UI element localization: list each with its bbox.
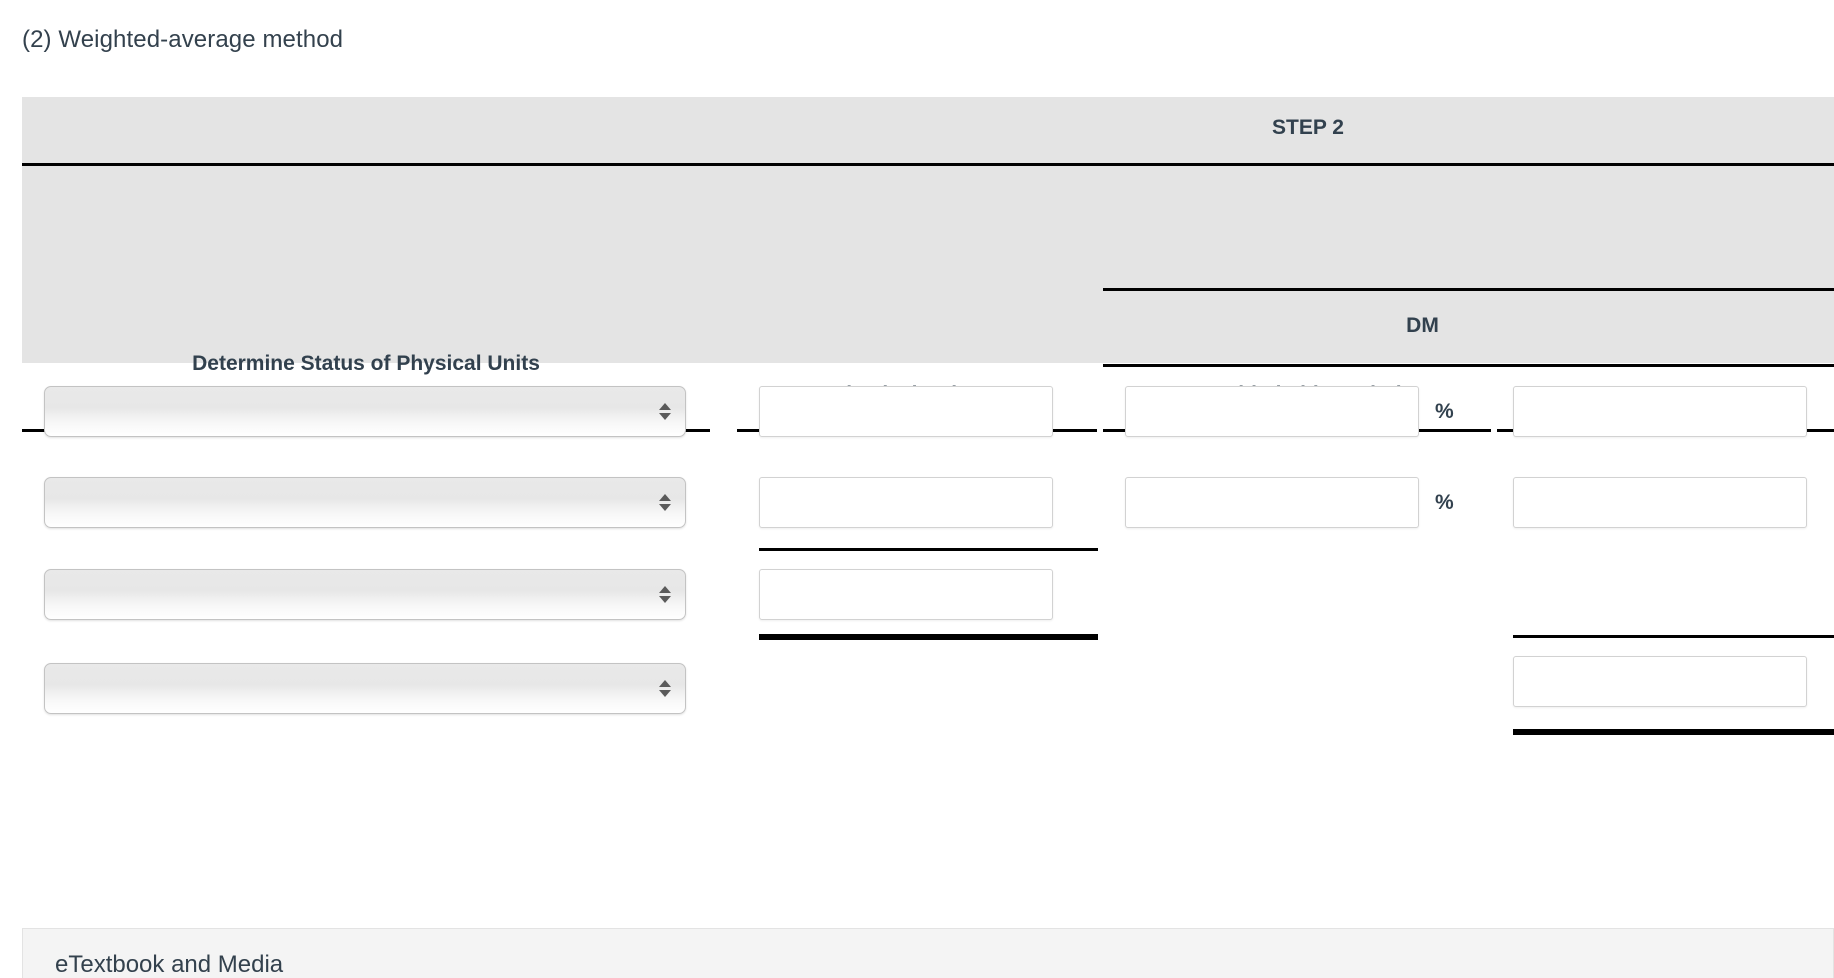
weighted-average-table: STEP 2 Determine Status of Physical Unit…: [22, 97, 1834, 432]
etextbook-and-media-panel[interactable]: eTextbook and Media: [22, 928, 1834, 978]
dm-input-row-1[interactable]: [1513, 386, 1807, 437]
percent-added-input-row-1[interactable]: [1125, 386, 1419, 437]
spinner-up-down-icon[interactable]: [658, 676, 671, 702]
dm-group-header: DM: [1103, 166, 1834, 367]
dm-group-label: DM: [1406, 314, 1439, 337]
spinner-up-down-icon[interactable]: [658, 582, 671, 608]
dm-input-row-2[interactable]: [1513, 477, 1807, 528]
status-select-row-4[interactable]: [44, 663, 686, 714]
physical-units-total-rule: [759, 634, 1098, 640]
page-title: (2) Weighted-average method: [22, 26, 344, 53]
percent-symbol-row-1: %: [1435, 400, 1454, 423]
physical-units-input-row-3[interactable]: [759, 569, 1053, 620]
left-column-header: Determine Status of Physical Units to Co…: [22, 166, 710, 413]
status-select-row-1[interactable]: [44, 386, 686, 437]
table-body: % %: [22, 365, 1834, 765]
step2-header-row: STEP 2: [22, 97, 1834, 166]
physical-units-subtotal-rule: [759, 548, 1098, 551]
dm-total-rule: [1513, 729, 1834, 735]
step2-header-label: STEP 2: [1272, 116, 1344, 139]
physical-units-input-row-2[interactable]: [759, 477, 1053, 528]
status-select-row-3[interactable]: [44, 569, 686, 620]
table-header-band: STEP 2 Determine Status of Physical Unit…: [22, 97, 1834, 432]
spinner-up-down-icon[interactable]: [658, 399, 671, 425]
percent-added-input-row-2[interactable]: [1125, 477, 1419, 528]
spinner-up-down-icon[interactable]: [658, 490, 671, 516]
etextbook-and-media-label: eTextbook and Media: [55, 951, 284, 978]
dm-rule-top: [1103, 288, 1834, 291]
dm-input-row-4[interactable]: [1513, 656, 1807, 707]
column-header-row: Determine Status of Physical Units to Co…: [22, 166, 1834, 432]
percent-symbol-row-2: %: [1435, 491, 1454, 514]
status-select-row-2[interactable]: [44, 477, 686, 528]
dm-subtotal-rule: [1513, 635, 1834, 638]
physical-units-input-row-1[interactable]: [759, 386, 1053, 437]
